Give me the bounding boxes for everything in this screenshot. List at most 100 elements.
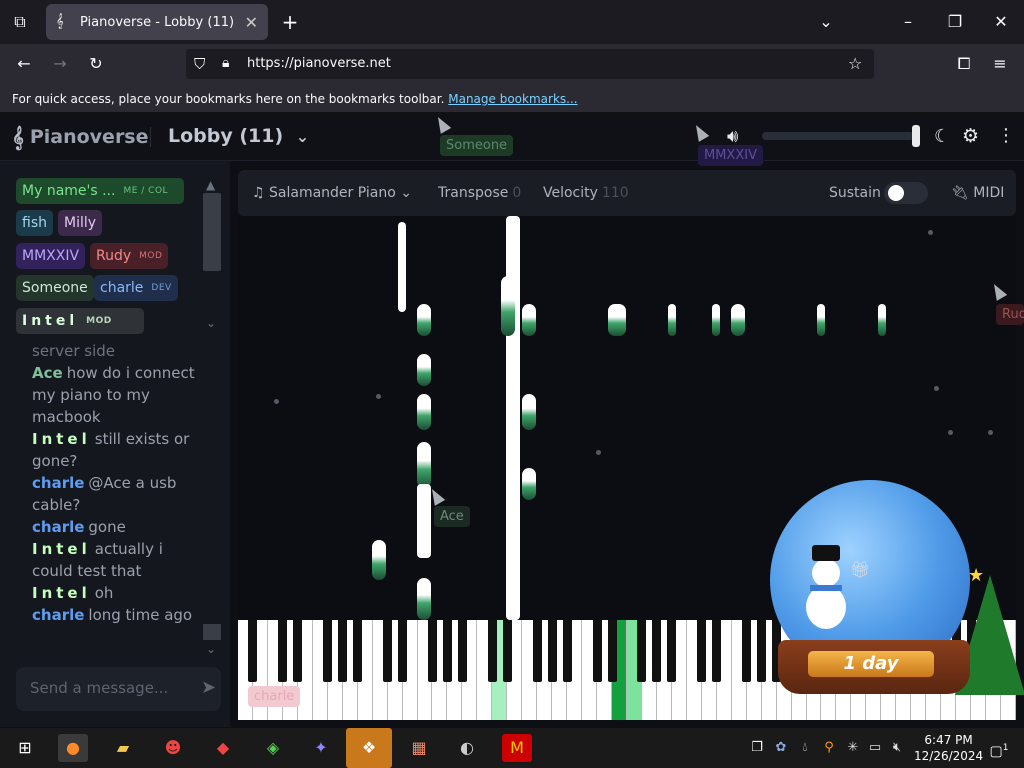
black-key[interactable] bbox=[502, 620, 512, 682]
windows-xp-app-icon[interactable]: ❖ bbox=[346, 728, 392, 768]
black-key[interactable] bbox=[248, 620, 258, 682]
user-list-scrollbar[interactable] bbox=[203, 193, 221, 271]
black-key[interactable] bbox=[428, 620, 437, 682]
snowflake bbox=[928, 230, 933, 235]
user-pill-intel[interactable]: Intel MOD bbox=[16, 308, 144, 334]
chat-author[interactable]: charle bbox=[32, 518, 84, 536]
logo[interactable]: 𝄞 Pianoverse bbox=[12, 125, 149, 149]
volume-slider-handle[interactable] bbox=[912, 125, 920, 147]
user-pill-someone[interactable]: Someone bbox=[16, 275, 94, 301]
close-tab-icon[interactable]: ✕ bbox=[245, 13, 258, 32]
velocity-control[interactable]: Velocity 110 bbox=[543, 185, 629, 201]
chat-scroll-down-icon[interactable]: ⌄ bbox=[206, 642, 216, 656]
user-name: charle bbox=[100, 280, 144, 296]
chat-author[interactable]: Intel bbox=[32, 540, 91, 558]
instrument-name: Salamander Piano bbox=[269, 185, 396, 201]
black-key[interactable] bbox=[398, 620, 408, 682]
user-pill-fish[interactable]: fish bbox=[16, 210, 53, 236]
black-key[interactable] bbox=[697, 620, 707, 682]
minimize-icon[interactable]: – bbox=[897, 12, 919, 32]
chat-scrollbar[interactable] bbox=[203, 624, 221, 640]
chat-message-input[interactable] bbox=[30, 679, 180, 697]
bookmark-star-icon[interactable]: ☆ bbox=[848, 54, 862, 73]
scroll-down-icon[interactable]: ⌄ bbox=[206, 316, 216, 330]
extensions-icon[interactable]: ⧠ bbox=[953, 54, 975, 74]
scroll-up-icon[interactable]: ▲ bbox=[206, 178, 215, 192]
black-key[interactable] bbox=[353, 620, 363, 682]
black-key[interactable] bbox=[278, 620, 288, 682]
reload-icon[interactable]: ↻ bbox=[85, 54, 107, 74]
black-key[interactable] bbox=[487, 620, 497, 682]
forward-arrow-icon[interactable]: → bbox=[49, 54, 71, 74]
black-key[interactable] bbox=[592, 620, 602, 682]
black-key[interactable] bbox=[323, 620, 333, 682]
black-key[interactable] bbox=[383, 620, 393, 682]
sustain-toggle[interactable] bbox=[884, 182, 928, 204]
maximize-icon[interactable]: ❐ bbox=[944, 12, 966, 32]
falling-note bbox=[668, 304, 676, 336]
transpose-value: 0 bbox=[512, 185, 522, 201]
black-key[interactable] bbox=[667, 620, 677, 682]
black-key[interactable] bbox=[757, 620, 767, 682]
black-key[interactable] bbox=[712, 620, 722, 682]
midi-button[interactable]: 🔌︎ MIDI bbox=[951, 185, 1004, 201]
black-key[interactable] bbox=[562, 620, 572, 682]
windows-start-icon[interactable]: ⊞ bbox=[10, 734, 40, 762]
send-icon[interactable]: ➤ bbox=[201, 677, 216, 698]
new-tab-icon[interactable]: + bbox=[279, 12, 301, 32]
race-app-icon[interactable]: ◐ bbox=[452, 734, 482, 762]
user-pill-milly[interactable]: Milly bbox=[58, 210, 103, 236]
chat-author[interactable]: Intel bbox=[32, 584, 91, 602]
castle-app-icon[interactable]: ▦ bbox=[404, 734, 434, 762]
menu-hamburger-icon[interactable]: ≡ bbox=[989, 54, 1011, 74]
black-key[interactable] bbox=[652, 620, 662, 682]
close-window-icon[interactable]: ✕ bbox=[990, 12, 1012, 32]
black-key[interactable] bbox=[607, 620, 617, 682]
game-app-icon[interactable]: ◆ bbox=[208, 734, 238, 762]
volume-icon[interactable]: 🔊︎ bbox=[727, 126, 738, 147]
mcdonalds-app-icon[interactable]: M bbox=[502, 734, 532, 762]
chat-author[interactable]: Intel bbox=[32, 430, 91, 448]
dark-mode-moon-icon[interactable]: ☾ bbox=[934, 126, 950, 147]
black-key[interactable] bbox=[547, 620, 557, 682]
chat-author[interactable]: charle bbox=[32, 474, 84, 492]
speaker-muted-icon[interactable]: 🔇︎ bbox=[882, 734, 912, 762]
santa-app-icon[interactable]: ☻ bbox=[158, 734, 188, 762]
user-pill-mmxxiv[interactable]: MMXXIV bbox=[16, 243, 86, 269]
url-bar[interactable]: ⛉ 🔒︎ https://pianoverse.net ☆ bbox=[186, 49, 874, 79]
back-arrow-icon[interactable]: ← bbox=[13, 54, 35, 74]
user-pill-rudy[interactable]: Rudy MOD bbox=[90, 243, 169, 269]
transpose-control[interactable]: Transpose 0 bbox=[438, 185, 521, 201]
black-key[interactable] bbox=[338, 620, 348, 682]
puzzle-app-icon[interactable]: ◈ bbox=[258, 734, 288, 762]
volume-slider[interactable] bbox=[762, 132, 914, 140]
notification-icon[interactable]: ▢1 bbox=[984, 734, 1014, 762]
user-pill-charle[interactable]: charle DEV bbox=[94, 275, 178, 301]
browser-tab[interactable]: 𝄞 Pianoverse - Lobby (11) ✕ bbox=[46, 4, 268, 40]
snowflake bbox=[988, 430, 993, 435]
lock-icon[interactable]: 🔒︎ bbox=[222, 55, 229, 71]
black-key[interactable] bbox=[742, 620, 752, 682]
controller-app-icon[interactable]: ✦ bbox=[306, 734, 336, 762]
firefox-taskbar-icon[interactable]: ● bbox=[58, 734, 88, 762]
black-key[interactable] bbox=[532, 620, 542, 682]
tab-overview-icon[interactable]: ⧉ bbox=[9, 12, 31, 32]
shield-icon[interactable]: ⛉ bbox=[194, 55, 205, 73]
notification-count: 1 bbox=[1002, 743, 1009, 753]
black-key[interactable] bbox=[637, 620, 647, 682]
black-key[interactable] bbox=[293, 620, 303, 682]
settings-gear-icon[interactable]: ⚙ bbox=[962, 125, 979, 147]
manage-bookmarks-link[interactable]: Manage bookmarks... bbox=[448, 92, 577, 106]
chat-author[interactable]: charle bbox=[32, 606, 84, 624]
black-key[interactable] bbox=[457, 620, 467, 682]
instrument-selector[interactable]: ♫ Salamander Piano ⌄ bbox=[252, 185, 412, 201]
room-selector[interactable]: Lobby (11) ⌄ bbox=[168, 125, 309, 147]
file-explorer-icon[interactable]: ▰ bbox=[108, 734, 138, 762]
chat-author[interactable]: Ace bbox=[32, 364, 63, 382]
user-pill-me[interactable]: My name's ... ME / COL bbox=[16, 178, 184, 204]
user-tag: MOD bbox=[139, 251, 163, 261]
black-key[interactable] bbox=[442, 620, 452, 682]
system-clock[interactable]: 6:47 PM 12/26/2024 bbox=[914, 732, 983, 764]
more-options-icon[interactable]: ⋮ bbox=[997, 125, 1015, 146]
list-tabs-chevron-down-icon[interactable]: ⌄ bbox=[815, 12, 837, 32]
